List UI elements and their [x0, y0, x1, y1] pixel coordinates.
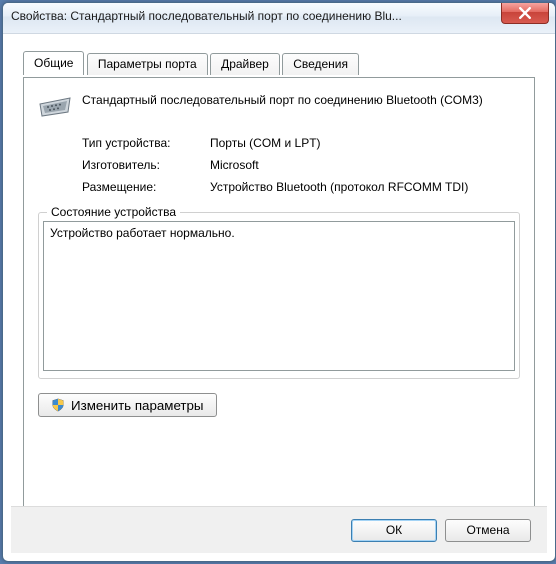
cancel-button[interactable]: Отмена: [445, 519, 531, 542]
tabstrip: Общие Параметры порта Драйвер Сведения: [23, 53, 535, 77]
close-button[interactable]: [501, 3, 549, 24]
manufacturer-label: Изготовитель:: [38, 158, 210, 172]
dialog-button-bar: ОК Отмена: [11, 506, 547, 553]
row-device-type: Тип устройства: Порты (COM и LPT): [38, 136, 520, 150]
device-status-text[interactable]: [43, 221, 515, 371]
ok-button[interactable]: ОК: [351, 519, 437, 542]
row-location: Размещение: Устройство Bluetooth (проток…: [38, 180, 520, 194]
change-settings-label: Изменить параметры: [71, 398, 204, 413]
device-status-title: Состояние устройства: [47, 205, 180, 219]
device-type-value: Порты (COM и LPT): [210, 136, 520, 150]
titlebar: Свойства: Стандартный последовательный п…: [3, 3, 555, 34]
device-name: Стандартный последовательный порт по сое…: [82, 92, 520, 108]
change-settings-button[interactable]: Изменить параметры: [38, 393, 217, 417]
location-value: Устройство Bluetooth (протокол RFCOMM TD…: [210, 180, 520, 194]
device-status-group: Состояние устройства: [38, 212, 520, 379]
tab-port-settings[interactable]: Параметры порта: [87, 53, 208, 75]
properties-dialog: Свойства: Стандартный последовательный п…: [2, 2, 556, 562]
tab-driver[interactable]: Драйвер: [210, 53, 280, 75]
manufacturer-value: Microsoft: [210, 158, 520, 172]
close-icon: [519, 7, 531, 19]
client-area: Общие Параметры порта Драйвер Сведения: [11, 39, 547, 553]
serial-port-icon: [38, 94, 72, 122]
uac-shield-icon: [51, 398, 65, 412]
tab-general[interactable]: Общие: [23, 51, 84, 75]
device-header: Стандартный последовательный порт по сое…: [38, 92, 520, 122]
device-type-label: Тип устройства:: [38, 136, 210, 150]
tab-panel-general: Стандартный последовательный порт по сое…: [23, 77, 535, 529]
location-label: Размещение:: [38, 180, 210, 194]
window-title: Свойства: Стандартный последовательный п…: [11, 3, 495, 23]
tab-details[interactable]: Сведения: [282, 53, 359, 75]
row-manufacturer: Изготовитель: Microsoft: [38, 158, 520, 172]
